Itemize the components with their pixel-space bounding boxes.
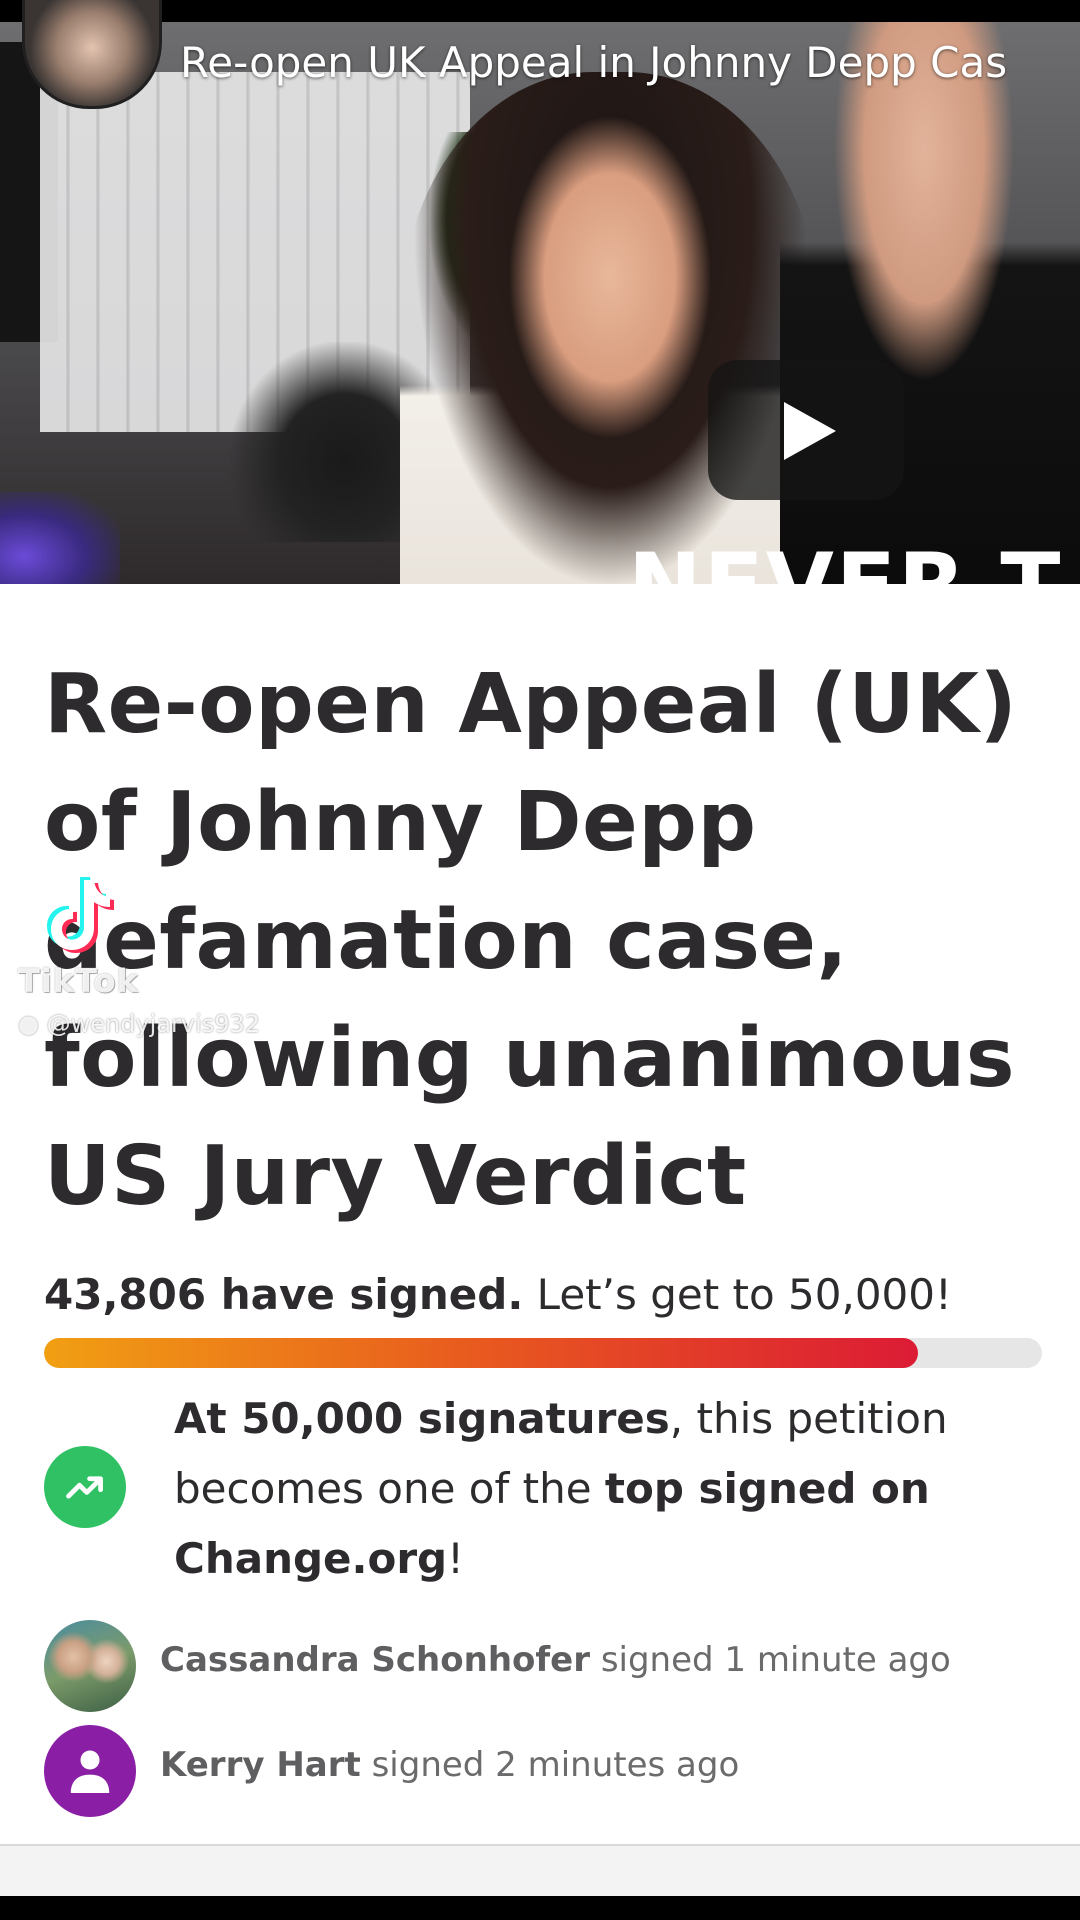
avatar [44, 1620, 136, 1712]
video-overlay-text: NEVER T [628, 542, 1062, 585]
video-embed[interactable]: NEVER T [0, 22, 1080, 584]
signer-action: signed 2 minutes ago [371, 1745, 740, 1785]
progress-fill [44, 1338, 919, 1368]
play-icon [784, 402, 836, 460]
person-icon [70, 1750, 110, 1793]
milestone-text-3: ! [447, 1534, 464, 1583]
video-frame-light [0, 492, 120, 584]
signer-name: Kerry Hart [160, 1745, 361, 1785]
signature-progress-bar [44, 1338, 1042, 1368]
signer-row: Kerry Hart signed 2 minutes ago [44, 1725, 1044, 1817]
tiktok-handle: ● @wendyjarvis932 [18, 1010, 260, 1038]
milestone-text: At 50,000 signatures, this petition beco… [174, 1384, 994, 1594]
signed-count-text: 43,806 have signed. [44, 1270, 524, 1319]
goal-text: Let’s get to 50,000! [536, 1270, 952, 1319]
milestone-bold-1: At 50,000 signatures [174, 1394, 670, 1443]
signer-text: Cassandra Schonhofer signed 1 minute ago [160, 1640, 951, 1680]
video-title[interactable]: Re-open UK Appeal in Johnny Depp Cas [180, 38, 1007, 87]
trending-up-icon [44, 1446, 126, 1528]
signer-name: Cassandra Schonhofer [160, 1640, 590, 1680]
bottom-strip [0, 1846, 1080, 1896]
user-icon: ● [18, 1010, 39, 1038]
play-button[interactable] [708, 360, 904, 500]
navigation-bar [0, 1896, 1080, 1920]
tiktok-brand: TikTok [18, 962, 139, 1000]
screen: NEVER T Re-open UK Appeal in Johnny Depp… [0, 0, 1080, 1920]
petition-title: Re-open Appeal (UK) of Johnny Depp defam… [44, 657, 1018, 1224]
video-frame-woman [400, 72, 820, 584]
signer-action: signed 1 minute ago [600, 1640, 951, 1680]
status-bar [0, 0, 1080, 22]
signature-count: 43,806 have signed. Let’s get to 50,000! [44, 1270, 952, 1319]
signer-row: Cassandra Schonhofer signed 1 minute ago [44, 1620, 1044, 1712]
avatar [44, 1725, 136, 1817]
tiktok-logo-icon [40, 872, 120, 962]
tiktok-handle-text: @wendyjarvis932 [46, 1010, 261, 1038]
signer-text: Kerry Hart signed 2 minutes ago [160, 1745, 739, 1785]
